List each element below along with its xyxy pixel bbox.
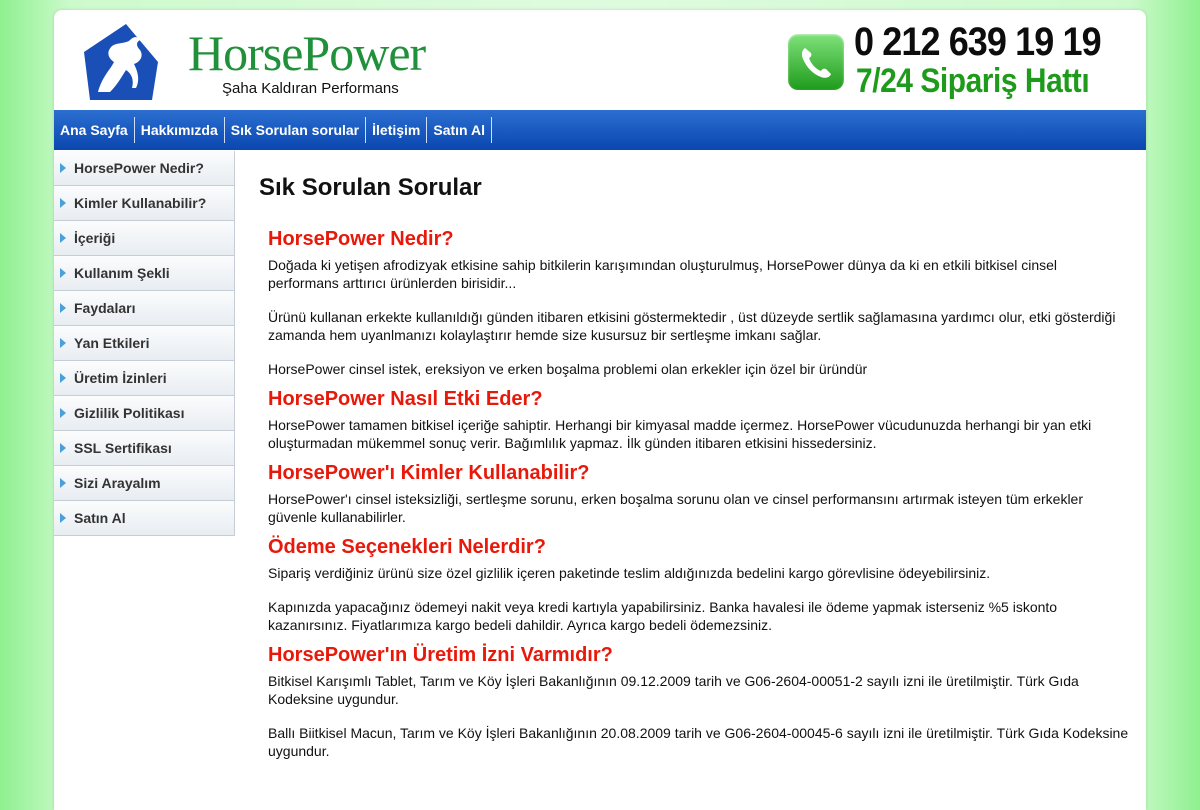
faq-heading: HorsePower'ı Kimler Kullanabilir? [268, 462, 590, 484]
sidebar-item-call-me[interactable]: Sizi Arayalım [54, 466, 235, 501]
faq-paragraph: HorsePower tamamen bitkisel içeriğe sahi… [268, 417, 1092, 451]
sidebar-item-buy[interactable]: Satın Al [54, 501, 235, 536]
order-hotline-label: 7/24 Sipariş Hattı [856, 62, 1090, 100]
sidebar-item-label: Yan Etkileri [74, 335, 150, 351]
arrow-right-icon [60, 233, 66, 243]
nav-about[interactable]: Hakkımızda [135, 117, 225, 143]
sidebar-item-label: Kimler Kullanabilir? [74, 195, 207, 211]
sidebar-item-label: Sizi Arayalım [74, 475, 161, 491]
arrow-right-icon [60, 408, 66, 418]
arrow-right-icon [60, 338, 66, 348]
sidebar-item-label: Satın Al [74, 510, 126, 526]
sidebar-item-label: Gizlilik Politikası [74, 405, 185, 421]
sidebar-item-side-effects[interactable]: Yan Etkileri [54, 326, 235, 361]
site-header: HorsePower Şaha Kaldıran Performans 0 21… [54, 10, 1146, 110]
faq-paragraph: Bitkisel Karışımlı Tablet, Tarım ve Köy … [268, 673, 1079, 707]
sidebar-item-what-is[interactable]: HorsePower Nedir? [54, 151, 235, 186]
phone-icon [788, 34, 844, 90]
faq-paragraph: HorsePower'ı cinsel isteksizliği, sertle… [268, 491, 1084, 525]
faq-paragraph: Ürünü kullanan erkekte kullanıldığı günd… [268, 309, 1116, 343]
faq-section: HorsePower'ı Kimler Kullanabilir? HorseP… [268, 462, 1129, 526]
sidebar: HorsePower Nedir? Kimler Kullanabilir? İ… [54, 151, 235, 536]
sidebar-item-ingredients[interactable]: İçeriği [54, 221, 235, 256]
faq-heading: HorsePower Nasıl Etki Eder? [268, 388, 543, 410]
sidebar-item-ssl-certificate[interactable]: SSL Sertifikası [54, 431, 235, 466]
arrow-right-icon [60, 268, 66, 278]
sidebar-item-production-permits[interactable]: Üretim İzinleri [54, 361, 235, 396]
arrow-right-icon [60, 478, 66, 488]
sidebar-item-label: SSL Sertifikası [74, 440, 172, 456]
faq-section: HorsePower Nasıl Etki Eder? HorsePower t… [268, 388, 1129, 452]
sidebar-item-label: HorsePower Nedir? [74, 160, 204, 176]
arrow-right-icon [60, 513, 66, 523]
brand-tagline: Şaha Kaldıran Performans [222, 80, 399, 97]
faq-paragraph: Doğada ki yetişen afrodizyak etkisine sa… [268, 257, 1058, 291]
faq-heading: HorsePower'ın Üretim İzni Varmıdır? [268, 644, 613, 666]
sidebar-item-benefits[interactable]: Faydaları [54, 291, 235, 326]
arrow-right-icon [60, 198, 66, 208]
main-content: Sık Sorulan Sorular HorsePower Nedir? Do… [259, 174, 1129, 770]
sidebar-item-label: Kullanım Şekli [74, 265, 170, 281]
phone-number: 0 212 639 19 19 [854, 20, 1102, 64]
sidebar-item-who-can-use[interactable]: Kimler Kullanabilir? [54, 186, 235, 221]
sidebar-item-usage[interactable]: Kullanım Şekli [54, 256, 235, 291]
arrow-right-icon [60, 373, 66, 383]
faq-paragraph: Ballı Biitkisel Macun, Tarım ve Köy İşle… [268, 725, 1129, 759]
sidebar-item-label: İçeriği [74, 230, 116, 246]
main-nav: Ana Sayfa Hakkımızda Sık Sorulan sorular… [54, 110, 1146, 150]
faq-heading: HorsePower Nedir? [268, 228, 454, 250]
arrow-right-icon [60, 163, 66, 173]
horse-logo-icon[interactable] [78, 22, 160, 104]
nav-buy[interactable]: Satın Al [427, 117, 492, 143]
faq-section: Ödeme Seçenekleri Nelerdir? Sipariş verd… [268, 536, 1129, 634]
faq-paragraph: Kapınızda yapacağınız ödemeyi nakit veya… [268, 599, 1058, 633]
faq-section: HorsePower Nedir? Doğada ki yetişen afro… [268, 228, 1129, 378]
arrow-right-icon [60, 443, 66, 453]
nav-home[interactable]: Ana Sayfa [54, 117, 135, 143]
brand-name: HorsePower [188, 25, 426, 81]
brand[interactable]: HorsePower Şaha Kaldıran Performans [188, 25, 426, 97]
faq-paragraph: HorsePower cinsel istek, ereksiyon ve er… [268, 361, 868, 377]
nav-contact[interactable]: İletişim [366, 117, 428, 143]
nav-faq[interactable]: Sık Sorulan sorular [225, 117, 367, 143]
page-container: HorsePower Şaha Kaldıran Performans 0 21… [54, 10, 1146, 810]
faq-section: HorsePower'ın Üretim İzni Varmıdır? Bitk… [268, 644, 1129, 760]
sidebar-item-label: Üretim İzinleri [74, 370, 167, 386]
faq-heading: Ödeme Seçenekleri Nelerdir? [268, 536, 546, 558]
sidebar-item-privacy-policy[interactable]: Gizlilik Politikası [54, 396, 235, 431]
page-title: Sık Sorulan Sorular [259, 174, 482, 201]
sidebar-item-label: Faydaları [74, 300, 136, 316]
faq-paragraph: Sipariş verdiğiniz ürünü size özel gizli… [268, 565, 991, 581]
arrow-right-icon [60, 303, 66, 313]
